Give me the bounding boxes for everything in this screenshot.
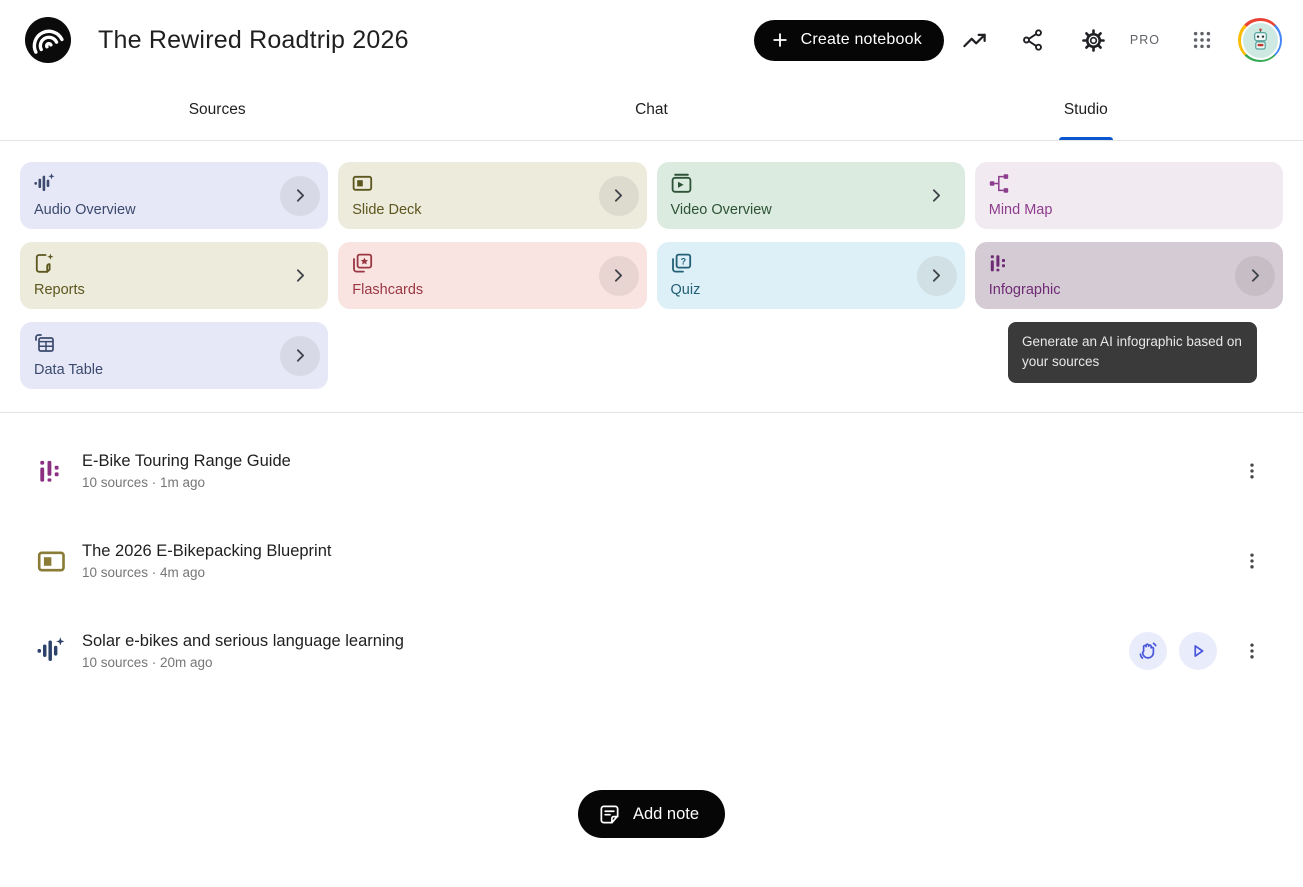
header-actions: Create notebook PRO	[754, 18, 1282, 62]
studio-tool-mind-map[interactable]: Mind Map	[975, 162, 1283, 229]
tool-label: Video Overview	[671, 202, 772, 218]
quiz-icon: ?	[671, 253, 692, 274]
tool-label: Mind Map	[989, 202, 1053, 218]
plus-icon	[770, 30, 790, 50]
waving-hand-icon	[1137, 640, 1159, 662]
studio-footer: Add note	[0, 790, 1303, 838]
slide-deck-icon	[352, 173, 373, 194]
tool-label: Slide Deck	[352, 202, 421, 218]
artifact-title[interactable]: E-Bike Touring Range Guide	[82, 452, 291, 471]
studio-tool-infographic[interactable]: Infographic	[975, 242, 1283, 309]
create-notebook-label: Create notebook	[801, 31, 922, 49]
audio-waveform-sparkle-icon	[34, 173, 55, 194]
more-options-button[interactable]	[1239, 451, 1265, 491]
play-icon	[1187, 640, 1209, 662]
studio-tool-data-table[interactable]: Data Table	[20, 322, 328, 389]
studio-artifact-list: E-Bike Touring Range Guide 10 sources · …	[0, 413, 1303, 696]
more-options-button[interactable]	[1239, 541, 1265, 581]
studio-tool-audio-overview[interactable]: Audio Overview	[20, 162, 328, 229]
avatar-robot-image	[1241, 21, 1280, 60]
artifact-meta: 10 sources · 20m ago	[82, 655, 404, 670]
google-apps-button[interactable]	[1182, 20, 1222, 60]
share-icon	[1021, 28, 1045, 52]
artifact-title[interactable]: Solar e-bikes and serious language learn…	[82, 632, 404, 651]
add-note-label: Add note	[633, 805, 699, 824]
mind-map-icon	[989, 173, 1010, 194]
tool-label: Reports	[34, 282, 85, 298]
pro-badge: PRO	[1130, 33, 1160, 47]
flashcards-icon	[352, 253, 373, 274]
tab-sources[interactable]: Sources	[0, 80, 434, 140]
chevron-right-icon[interactable]	[280, 256, 320, 296]
artifact-meta: 10 sources · 1m ago	[82, 475, 291, 490]
tool-label: Flashcards	[352, 282, 423, 298]
main-tabs: Sources Chat Studio	[0, 80, 1303, 141]
interactive-mode-button[interactable]	[1129, 632, 1167, 670]
chevron-right-icon[interactable]	[1235, 256, 1275, 296]
analytics-trending-button[interactable]	[955, 20, 995, 60]
video-overview-icon	[671, 173, 692, 194]
settings-button[interactable]	[1074, 20, 1114, 60]
artifact-row-slide-deck[interactable]: The 2026 E-Bikepacking Blueprint 10 sour…	[0, 516, 1303, 606]
artifact-row-audio-overview[interactable]: Solar e-bikes and serious language learn…	[0, 606, 1303, 696]
chevron-right-icon[interactable]	[599, 176, 639, 216]
share-button[interactable]	[1013, 20, 1053, 60]
infographic-tooltip: Generate an AI infographic based on your…	[1008, 322, 1257, 383]
data-table-icon	[34, 333, 55, 354]
create-notebook-button[interactable]: Create notebook	[754, 20, 944, 61]
note-icon	[598, 803, 621, 826]
add-note-button[interactable]: Add note	[578, 790, 725, 838]
chevron-right-icon[interactable]	[599, 256, 639, 296]
active-tab-indicator	[1059, 137, 1113, 140]
play-audio-button[interactable]	[1179, 632, 1217, 670]
chevron-right-icon[interactable]	[917, 176, 957, 216]
audio-waveform-sparkle-icon	[36, 637, 66, 665]
artifact-title[interactable]: The 2026 E-Bikepacking Blueprint	[82, 542, 331, 561]
notebook-title[interactable]: The Rewired Roadtrip 2026	[98, 26, 409, 55]
tool-label: Quiz	[671, 282, 701, 298]
artifact-row-infographic[interactable]: E-Bike Touring Range Guide 10 sources · …	[0, 426, 1303, 516]
infographic-icon	[989, 253, 1010, 274]
studio-tool-slide-deck[interactable]: Slide Deck	[338, 162, 646, 229]
studio-tool-video-overview[interactable]: Video Overview	[657, 162, 965, 229]
tool-label: Data Table	[34, 362, 103, 378]
chevron-right-icon[interactable]	[280, 336, 320, 376]
artifact-meta: 10 sources · 4m ago	[82, 565, 331, 580]
trending-up-icon	[961, 27, 988, 54]
user-avatar[interactable]	[1238, 18, 1282, 62]
notebooklm-logo[interactable]	[25, 17, 71, 63]
tab-chat[interactable]: Chat	[434, 80, 868, 140]
studio-tool-flashcards[interactable]: Flashcards	[338, 242, 646, 309]
svg-text:?: ?	[680, 256, 686, 266]
chevron-right-icon[interactable]	[917, 256, 957, 296]
tab-studio[interactable]: Studio	[869, 80, 1303, 140]
tool-label: Infographic	[989, 282, 1061, 298]
gear-icon	[1081, 28, 1106, 53]
chevron-right-icon[interactable]	[280, 176, 320, 216]
apps-grid-icon	[1191, 29, 1213, 51]
more-options-button[interactable]	[1239, 631, 1265, 671]
studio-tool-reports[interactable]: Reports	[20, 242, 328, 309]
studio-tool-quiz[interactable]: ? Quiz	[657, 242, 965, 309]
infographic-bar-chart-icon	[36, 458, 66, 485]
app-header: The Rewired Roadtrip 2026 Create noteboo…	[0, 0, 1303, 80]
tool-label: Audio Overview	[34, 202, 136, 218]
report-sparkle-icon	[34, 253, 55, 274]
slide-deck-icon	[36, 547, 66, 576]
